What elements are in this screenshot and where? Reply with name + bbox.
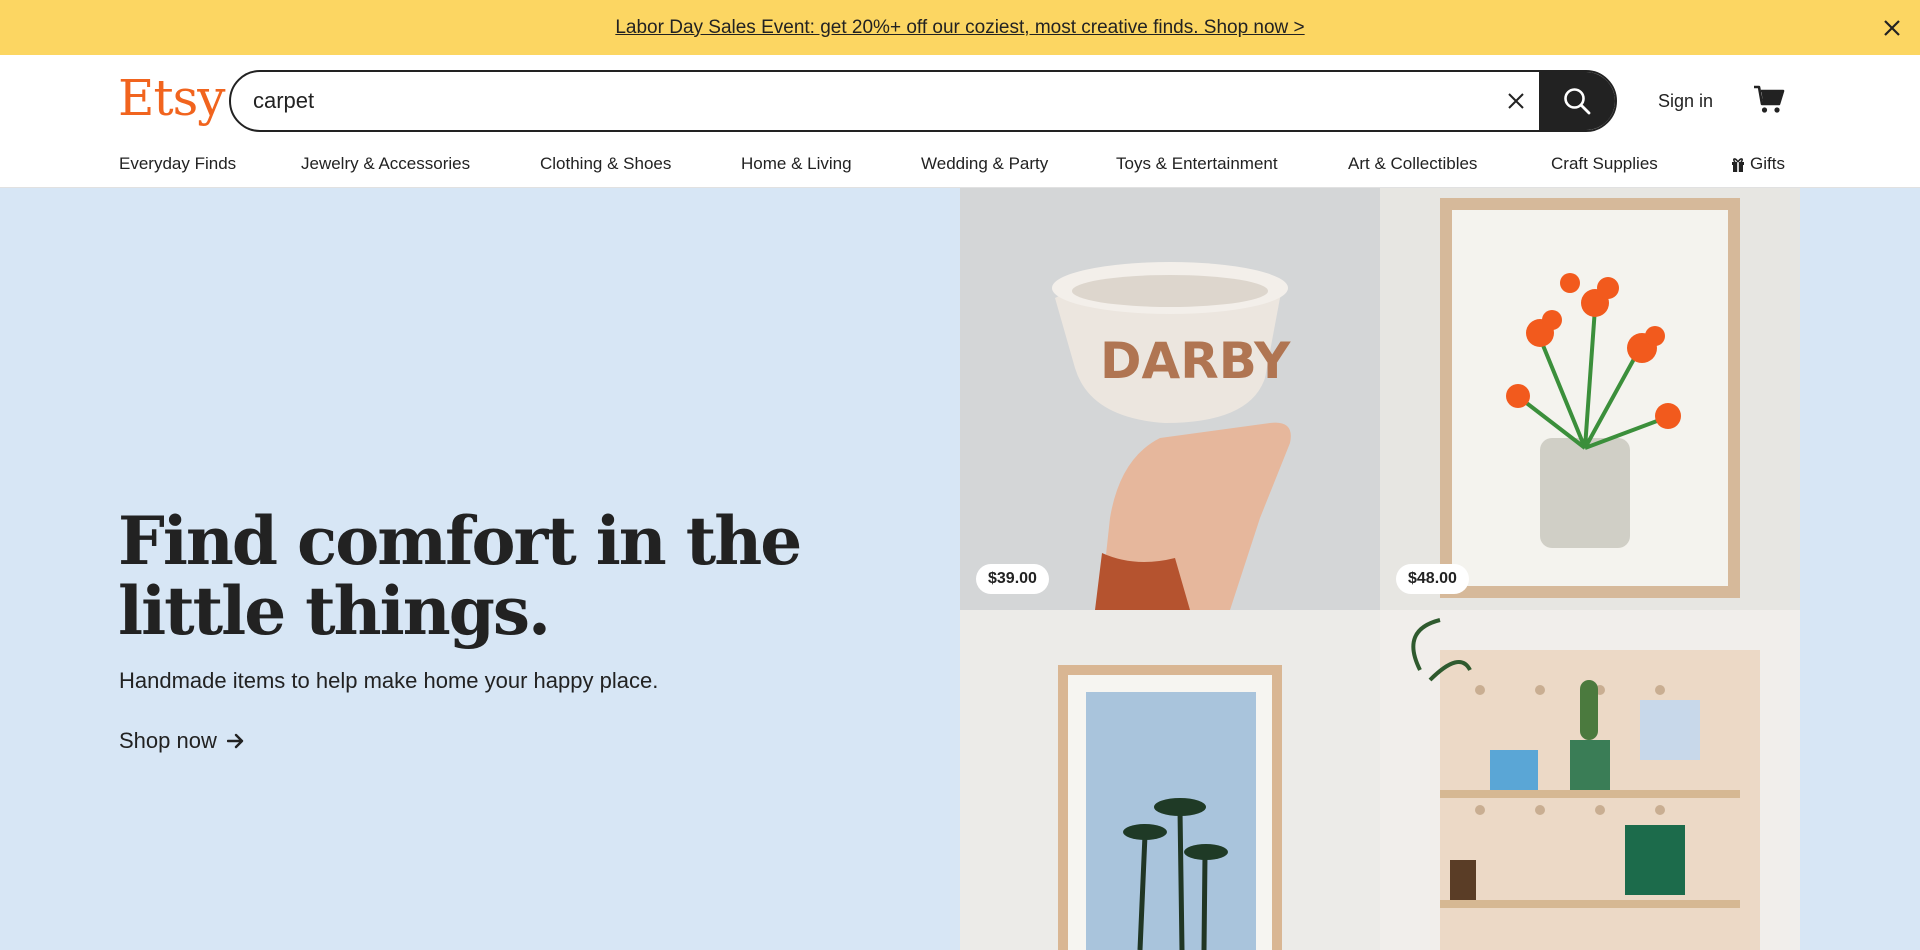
category-wedding-party[interactable]: Wedding & Party [921,154,1048,174]
category-everyday-finds[interactable]: Everyday Finds [119,154,236,174]
product-image-flower-print [1380,188,1800,610]
gifts-label: Gifts [1750,154,1785,173]
category-toys-entertainment[interactable]: Toys & Entertainment [1116,154,1278,174]
clear-icon[interactable] [1501,86,1531,116]
category-nav: Everyday Finds Jewelry & Accessories Clo… [0,145,1920,188]
arrow-right-icon [226,733,244,749]
product-tile-pegboard-shelf[interactable] [1380,610,1800,950]
price-badge: $48.00 [1396,564,1469,594]
category-clothing-shoes[interactable]: Clothing & Shoes [540,154,671,174]
sign-in-link[interactable]: Sign in [1658,91,1713,112]
product-image-pegboard-shelf [1380,610,1800,950]
hero-section: Find comfort in the little things. Handm… [0,188,1920,950]
svg-text:DARBY: DARBY [1100,332,1291,390]
category-home-living[interactable]: Home & Living [741,154,852,174]
search-bar [229,70,1617,132]
product-tile-palm-print[interactable] [960,610,1380,950]
etsy-logo[interactable]: Etsy [118,69,225,127]
promo-link[interactable]: Labor Day Sales Event: get 20%+ off our … [615,17,1304,39]
search-input[interactable] [253,72,1473,130]
shop-now-label: Shop now [119,728,217,753]
product-image-palm-print [960,610,1380,950]
product-tile-flower-print[interactable]: $48.00 [1380,188,1800,610]
product-image-bowl: DARBY [960,188,1380,610]
category-craft-supplies[interactable]: Craft Supplies [1551,154,1658,174]
category-gifts[interactable]: Gifts [1731,154,1785,174]
gift-icon [1732,157,1744,172]
price-badge: $39.00 [976,564,1049,594]
shop-now-link[interactable]: Shop now [119,728,245,754]
hero-headline: Find comfort in the little things. [118,502,802,650]
product-tile-bowl[interactable]: DARBY $39.00 [960,188,1380,610]
header: Etsy Sign in [0,55,1920,145]
search-button[interactable] [1539,72,1615,130]
category-jewelry-accessories[interactable]: Jewelry & Accessories [301,154,470,174]
hero-subheading: Handmade items to help make home your ha… [119,668,659,693]
search-icon [1564,88,1591,115]
close-icon[interactable] [1878,14,1906,42]
cart-icon[interactable] [1752,82,1786,116]
category-art-collectibles[interactable]: Art & Collectibles [1348,154,1477,174]
promo-banner: Labor Day Sales Event: get 20%+ off our … [0,0,1920,55]
